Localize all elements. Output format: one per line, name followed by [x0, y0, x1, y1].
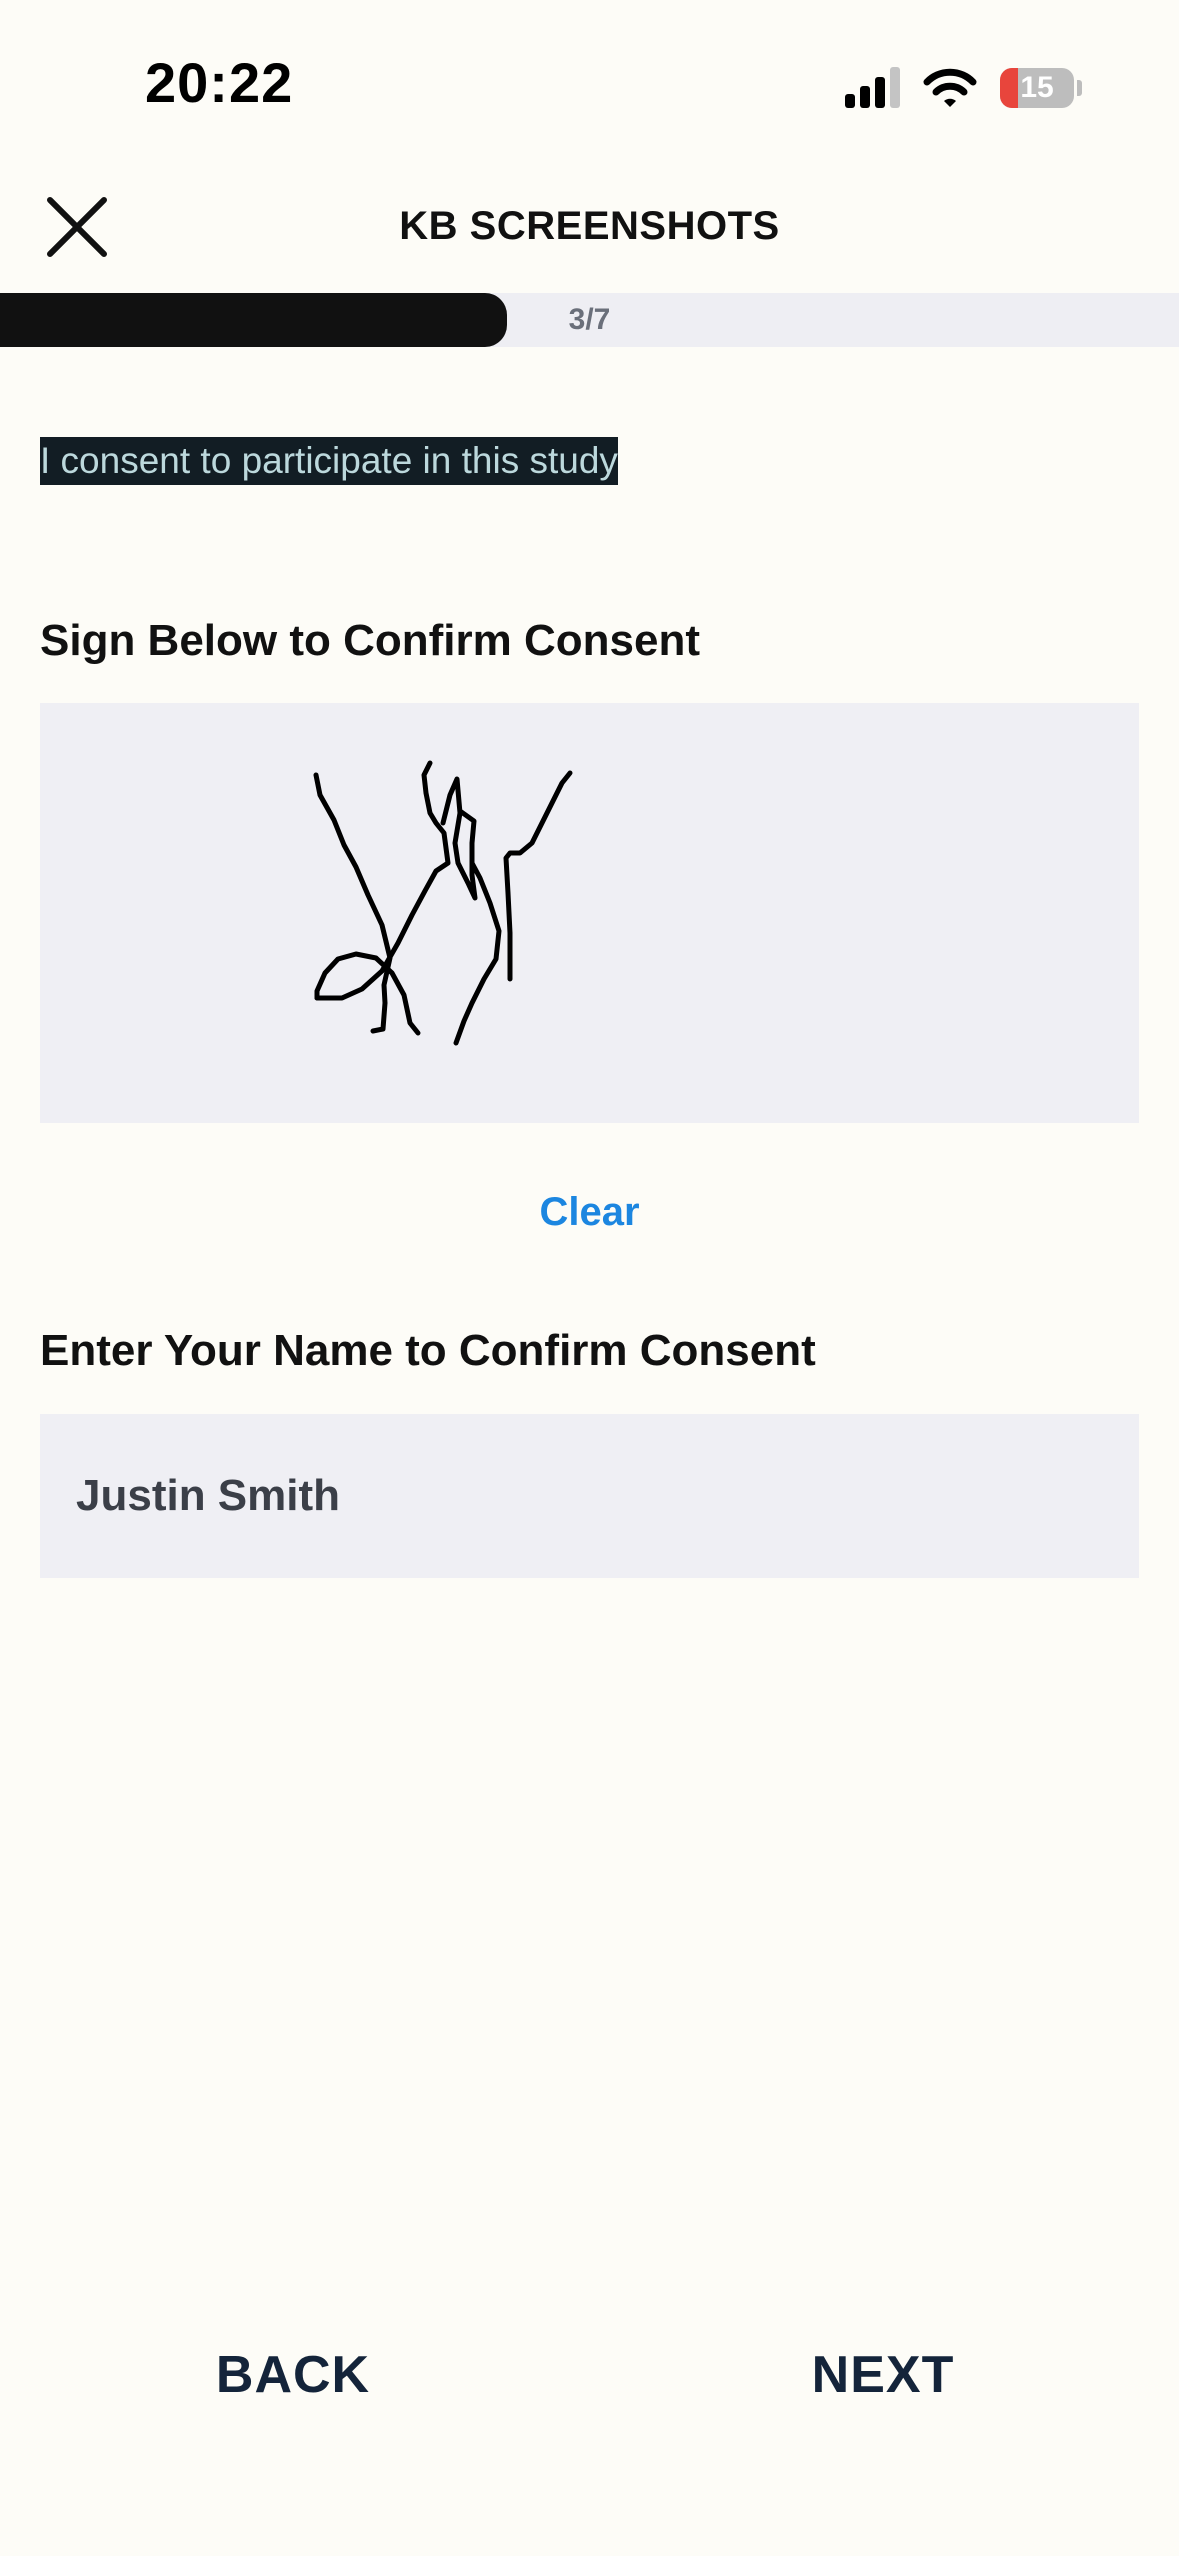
battery-cap	[1077, 80, 1082, 96]
name-label: Enter Your Name to Confirm Consent	[40, 1326, 816, 1375]
signature-label: Sign Below to Confirm Consent	[40, 616, 700, 665]
battery-icon: 15	[1000, 68, 1074, 108]
next-button[interactable]: NEXT	[683, 2345, 1083, 2405]
cellular-signal-icon	[845, 67, 900, 108]
signature-drawing	[313, 760, 573, 1046]
wifi-icon	[923, 68, 977, 107]
status-time: 20:22	[145, 51, 294, 114]
progress-label: 3/7	[568, 303, 611, 336]
progress-bar: 3/7	[0, 293, 1179, 347]
clear-signature-button[interactable]: Clear	[0, 1190, 1179, 1235]
battery-level: 15	[1020, 71, 1054, 104]
signature-pad[interactable]	[40, 703, 1139, 1123]
page-title: KB SCREENSHOTS	[399, 204, 780, 248]
back-button[interactable]: BACK	[93, 2345, 493, 2405]
name-input[interactable]	[40, 1414, 1139, 1578]
consent-statement: I consent to participate in this study	[40, 437, 618, 485]
